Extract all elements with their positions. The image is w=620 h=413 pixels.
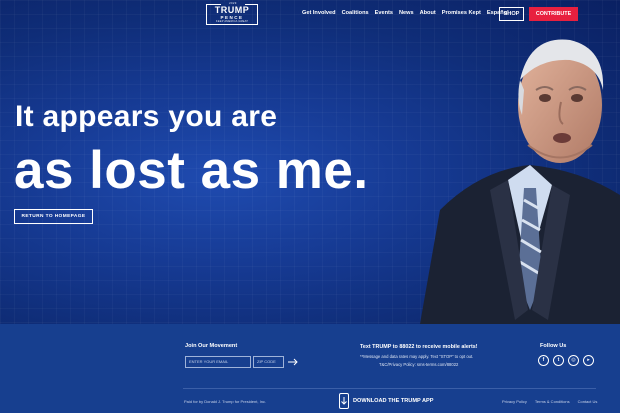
contribute-button[interactable]: CONTRIBUTE [529,7,578,21]
footer-divider [183,388,596,389]
submit-arrow-icon[interactable] [287,357,299,367]
download-app-label: DOWNLOAD THE TRUMP APP [353,398,434,404]
download-app-link[interactable]: DOWNLOAD THE TRUMP APP [339,393,434,409]
hero-heading-line-1: It appears you are [15,100,278,133]
campaign-logo[interactable]: 2020 TRUMP PENCE KEEP AMERICA GREAT [206,2,258,25]
nav-coalitions[interactable]: Coalitions [342,10,369,16]
zip-code-field[interactable]: ZIP CODE [253,356,284,368]
main-nav: Get Involved Coalitions Events News Abou… [302,10,509,16]
footer-links: Privacy Policy Terms & Conditions Contac… [502,399,597,404]
sms-rates-note: **Message and data rates may apply. Text… [360,354,474,359]
shop-button[interactable]: SHOP [499,7,524,21]
social-links: f t ◎ ▸ [538,355,594,366]
youtube-icon[interactable]: ▸ [583,355,594,366]
portrait-image [420,39,620,324]
return-to-homepage-button[interactable]: RETURN TO HOMEPAGE [14,209,93,224]
nav-about[interactable]: About [420,10,436,16]
privacy-policy-link[interactable]: Privacy Policy [502,399,527,404]
instagram-icon[interactable]: ◎ [568,355,579,366]
nav-events[interactable]: Events [375,10,393,16]
hero-heading-line-2: as lost as me. [14,141,369,200]
contact-us-link[interactable]: Contact Us [578,399,598,404]
sms-privacy-link[interactable]: T&C/Privacy Policy: sms-terms.com/88022 [379,362,458,367]
twitter-icon[interactable]: t [553,355,564,366]
terms-link[interactable]: Terms & Conditions [535,399,570,404]
logo-year: 2020 [221,2,245,5]
phone-download-icon [339,393,349,409]
logo-line-1: TRUMP [214,5,250,15]
paid-for-disclaimer: Paid for by Donald J. Trump for Presiden… [184,399,267,404]
sms-alert-title: Text TRUMP to 88022 to receive mobile al… [360,344,478,350]
follow-us-title: Follow Us [540,343,567,349]
nav-news[interactable]: News [399,10,414,16]
email-field[interactable]: ENTER YOUR EMAIL [185,356,251,368]
facebook-icon[interactable]: f [538,355,549,366]
nav-get-involved[interactable]: Get Involved [302,10,336,16]
nav-promises-kept[interactable]: Promises Kept [442,10,481,16]
join-movement-title: Join Our Movement [185,343,238,349]
logo-tagline: KEEP AMERICA GREAT [215,20,249,23]
